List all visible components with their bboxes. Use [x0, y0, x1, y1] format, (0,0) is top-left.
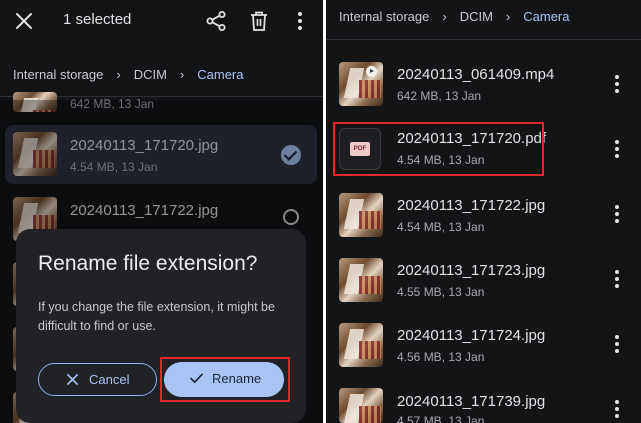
- file-thumbnail: [339, 258, 383, 302]
- dialog-title: Rename file extension?: [38, 252, 258, 275]
- breadcrumb: Internal storage › DCIM › Camera: [339, 9, 570, 24]
- file-thumbnail: [339, 193, 383, 237]
- highlight-box: [160, 357, 290, 402]
- chevron-right-icon: ›: [442, 9, 447, 24]
- delete-icon[interactable]: [249, 10, 269, 32]
- file-meta: 4.57 MB, 13 Jan: [397, 414, 485, 423]
- file-meta: 4.55 MB, 13 Jan: [397, 285, 485, 299]
- file-name: 20240113_171722.jpg: [397, 197, 546, 214]
- breadcrumb-internal-storage[interactable]: Internal storage: [13, 67, 103, 82]
- breadcrumb-dcim[interactable]: DCIM: [134, 67, 167, 82]
- breadcrumb: Internal storage › DCIM › Camera: [13, 67, 244, 82]
- file-meta: 4.54 MB, 13 Jan: [397, 220, 485, 234]
- cancel-label: Cancel: [89, 372, 130, 387]
- breadcrumb-dcim[interactable]: DCIM: [460, 9, 493, 24]
- file-name: 20240113_171723.jpg: [397, 262, 546, 279]
- close-icon: [67, 374, 78, 385]
- selected-count: 1 selected: [63, 11, 132, 28]
- breadcrumb-camera[interactable]: Camera: [523, 9, 569, 24]
- selection-toolbar: 1 selected: [0, 0, 323, 44]
- chevron-right-icon: ›: [179, 67, 185, 82]
- chevron-right-icon: ›: [505, 9, 511, 24]
- file-name: 20240113_061409.mp4: [397, 66, 555, 83]
- highlight-box: [333, 122, 544, 176]
- dialog-message: If you change the file extension, it mig…: [38, 300, 275, 333]
- more-options-icon[interactable]: [614, 335, 620, 355]
- more-options-icon[interactable]: [614, 400, 620, 420]
- file-meta: 642 MB, 13 Jan: [397, 89, 482, 103]
- more-options-icon[interactable]: [297, 12, 303, 32]
- breadcrumb-internal-storage[interactable]: Internal storage: [339, 9, 429, 24]
- more-options-icon[interactable]: [614, 205, 620, 225]
- file-thumbnail: [339, 323, 383, 367]
- file-thumbnail: [339, 388, 383, 423]
- file-name: 20240113_171724.jpg: [397, 327, 546, 344]
- more-options-icon[interactable]: [614, 75, 620, 95]
- close-icon[interactable]: [14, 11, 34, 31]
- play-icon: [366, 66, 377, 77]
- file-meta: 4.56 MB, 13 Jan: [397, 350, 485, 364]
- divider: [326, 39, 641, 40]
- share-icon[interactable]: [205, 10, 227, 32]
- file-manager-selection-view: 1 selected Internal storage › DCIM › Camera …: [0, 0, 323, 423]
- cancel-button[interactable]: Cancel: [38, 363, 157, 396]
- file-name: 20240113_171739.jpg: [397, 393, 546, 410]
- more-options-icon[interactable]: [614, 270, 620, 290]
- more-options-icon[interactable]: [614, 140, 620, 160]
- breadcrumb-camera[interactable]: Camera: [197, 67, 243, 82]
- chevron-right-icon: ›: [116, 67, 121, 82]
